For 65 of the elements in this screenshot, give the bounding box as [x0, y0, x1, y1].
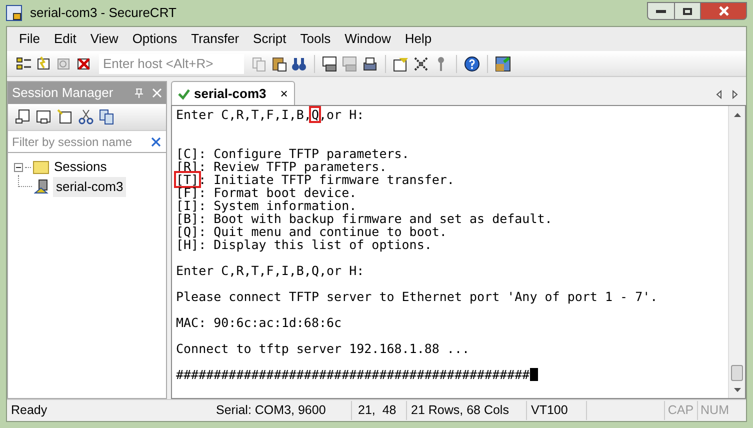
menu-item[interactable]: Options: [132, 29, 178, 49]
highlighted-text: Q: [311, 108, 319, 121]
tree-item[interactable]: Sessions: [51, 157, 110, 177]
session-icon: [34, 179, 50, 195]
terminal-text: [C]: Configure TFTP parameters.: [176, 147, 410, 160]
tab-close[interactable]: ×: [280, 84, 288, 104]
session-tab[interactable]: serial-com3 ×: [171, 81, 295, 105]
panel-title: Session Manager: [12, 84, 114, 102]
filter-field[interactable]: Filter by session name: [8, 130, 166, 152]
menu-item[interactable]: Tools: [300, 29, 331, 49]
menu-item[interactable]: Edit: [54, 29, 76, 49]
scroll-down-icon[interactable]: [734, 388, 740, 392]
highlighted-text: [T]: [176, 173, 199, 186]
scrollbar[interactable]: [728, 106, 745, 398]
menu-item[interactable]: Script: [253, 29, 286, 49]
terminal-text: ###############################################: [176, 368, 530, 381]
terminal-text: [H]: Display this list of options.: [176, 238, 432, 251]
tree-item[interactable]: serial-com3: [53, 177, 126, 197]
paste-icon[interactable]: [270, 54, 288, 72]
status-connection: Serial: COM3, 9600: [212, 401, 352, 420]
collapse-icon[interactable]: [14, 162, 23, 172]
terminal-text: MAC: 90:6c:ac:1d:68:6c: [176, 316, 342, 329]
status-indicator: CAP: [664, 401, 697, 420]
terminal-text: [Q]: Quit menu and continue to boot.: [176, 225, 447, 238]
print-screen-icon[interactable]: [321, 54, 339, 72]
status-emulation: VT100: [527, 401, 587, 420]
scroll-thumb[interactable]: [731, 365, 743, 381]
terminal-text: [B]: Boot with backup firmware and set as default.: [176, 212, 552, 225]
terminal-text: Please connect TFTP server to Ethernet port 'Any of port 1 - 7'.: [176, 290, 658, 303]
terminal-text: Enter C,R,T,F,I,B,: [176, 108, 312, 121]
scroll-right-icon[interactable]: [732, 90, 738, 99]
close-button[interactable]: [701, 2, 747, 20]
minimize-button[interactable]: [647, 2, 675, 20]
host-field[interactable]: Enter host <Alt+R>: [99, 54, 244, 74]
secure-file-icon[interactable]: [494, 54, 512, 72]
status-indicator: NUM: [696, 401, 732, 420]
close-icon: [718, 6, 728, 16]
status-size: 21 Rows, 68 Cols: [407, 401, 527, 420]
menu-item[interactable]: View: [90, 29, 118, 49]
menu-item[interactable]: Window: [344, 29, 391, 49]
terminal-text: Enter C,R,T,F,I,B,Q,or H:: [176, 264, 364, 277]
status-text: Ready: [10, 402, 48, 420]
close-icon[interactable]: [152, 88, 162, 98]
new-session-icon[interactable]: [56, 108, 74, 126]
terminal-text: ,or H:: [319, 108, 364, 121]
menu-item[interactable]: Help: [404, 29, 432, 49]
session-manager-icon[interactable]: [15, 54, 33, 72]
window-title: serial-com3 - SecureCRT: [30, 4, 176, 22]
pin-icon[interactable]: [134, 88, 144, 98]
terminal-text: : Initiate TFTP firmware transfer.: [198, 173, 454, 186]
printer-icon[interactable]: [361, 54, 379, 72]
terminal-text: [F]: Format boot device.: [176, 186, 357, 199]
app-icon: [6, 5, 22, 21]
terminal-text: [I]: System information.: [176, 199, 357, 212]
terminal-text: Connect to tftp server 192.168.1.88 ...: [176, 342, 470, 355]
maximize-button[interactable]: [675, 2, 701, 20]
status-position: 21, 48: [352, 401, 407, 420]
copy-icon[interactable]: [98, 108, 116, 126]
help-icon[interactable]: [463, 54, 481, 72]
cut-icon[interactable]: [77, 108, 95, 126]
scroll-up-icon[interactable]: [734, 112, 740, 116]
menu-item[interactable]: File: [19, 29, 40, 49]
clear-icon[interactable]: [150, 136, 162, 148]
menu-item[interactable]: Transfer: [191, 29, 240, 49]
scroll-left-icon[interactable]: [716, 90, 722, 99]
